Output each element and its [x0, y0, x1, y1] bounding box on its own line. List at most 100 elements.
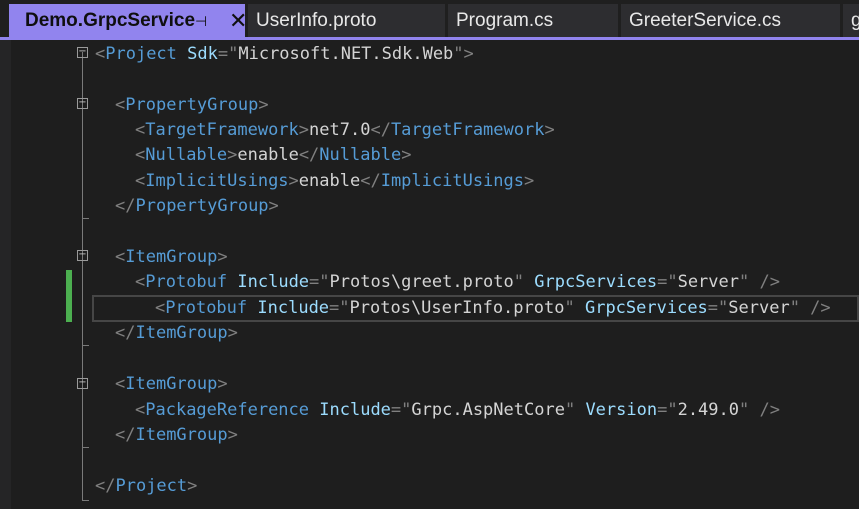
tag-delimiter: >: [217, 374, 228, 394]
element-name: Protobuf: [165, 298, 248, 318]
fold-guide: [82, 110, 83, 218]
tab-overflow[interactable]: g: [843, 4, 859, 37]
fold-guide: [82, 389, 83, 447]
pin-icon[interactable]: ⊣: [195, 4, 207, 38]
tag-delimiter: >: [298, 120, 310, 140]
attribute-value: Server: [728, 298, 790, 318]
collapse-icon[interactable]: −: [77, 98, 88, 109]
tab-greeterservice-cs[interactable]: GreeterService.cs: [621, 4, 840, 37]
tag-delimiter: >: [268, 196, 279, 216]
tag-delimiter: </: [360, 171, 381, 191]
code-line-6: <ImplicitUsings>enable</ImplicitUsings>: [135, 168, 534, 194]
code-line-18: </Project>: [95, 473, 197, 499]
element-name: Nullable: [145, 145, 228, 165]
attribute-name: Include: [319, 400, 391, 420]
fold-guide: [82, 262, 83, 345]
attribute-name: GrpcServices: [534, 272, 658, 292]
tag-delimiter: </: [370, 120, 391, 140]
element-name: PropertyGroup: [125, 95, 259, 115]
attribute-name: Version: [585, 400, 658, 420]
fold-guide-end: [82, 447, 89, 448]
tab-label: GreeterService.cs: [629, 10, 782, 31]
attribute-name: GrpcServices: [584, 298, 708, 318]
element-name: ImplicitUsings: [380, 171, 524, 191]
tag-delimiter: >: [288, 171, 299, 191]
code-line-12: </ItemGroup>: [115, 320, 238, 346]
tag-delimiter: <: [115, 247, 126, 267]
element-name: ItemGroup: [125, 374, 218, 394]
tag-delimiter: >: [401, 145, 412, 165]
element-text: enable: [237, 145, 299, 165]
attribute-value: Grpc.AspNetCore: [411, 400, 565, 420]
tag-delimiter: <: [135, 400, 146, 420]
attribute-value: Protos\UserInfo.proto: [349, 298, 565, 318]
element-name: PropertyGroup: [135, 196, 269, 216]
code-line-15: <PackageReference Include="Grpc.AspNetCo…: [135, 397, 780, 423]
element-name: Project: [105, 44, 177, 64]
collapse-icon[interactable]: −: [77, 250, 88, 261]
element-name: Nullable: [319, 145, 402, 165]
code-line-10: <Protobuf Include="Protos\greet.proto" G…: [135, 269, 780, 295]
collapse-icon[interactable]: −: [77, 47, 88, 58]
close-icon[interactable]: ✕: [229, 4, 245, 38]
tag-delimiter: <: [95, 44, 106, 64]
attribute-value: Protos\greet.proto: [329, 272, 514, 292]
tag-delimiter: </: [115, 425, 136, 445]
quote: ": [513, 272, 525, 292]
code-line-14: <ItemGroup>: [115, 371, 228, 397]
tag-delimiter: </: [95, 476, 116, 496]
element-name: ItemGroup: [135, 425, 228, 445]
tag-delimiter: >: [187, 476, 198, 496]
element-name: ItemGroup: [135, 323, 228, 343]
code-line-7: </PropertyGroup>: [115, 193, 279, 219]
tab-label: Demo.GrpcService: [25, 10, 196, 31]
element-name: PackageReference: [145, 400, 310, 420]
tag-delimiter: <: [115, 374, 126, 394]
tag-delimiter: >: [544, 120, 555, 140]
attribute-equals: =": [657, 400, 678, 420]
attribute-value: Server: [677, 272, 739, 292]
tag-delimiter: " />: [739, 272, 780, 292]
tag-delimiter: ">: [453, 44, 474, 64]
tab-userinfo-proto[interactable]: UserInfo.proto: [248, 4, 445, 37]
tab-label: g: [851, 10, 859, 31]
tag-delimiter: <: [135, 120, 146, 140]
element-name: TargetFramework: [145, 120, 299, 140]
attribute-value: Microsoft.NET.Sdk.Web: [238, 44, 454, 64]
tab-program-cs[interactable]: Program.cs: [448, 4, 618, 37]
element-text: enable: [298, 171, 361, 191]
tag-delimiter: " />: [739, 400, 780, 420]
tag-delimiter: >: [227, 145, 238, 165]
tag-delimiter: </: [115, 196, 136, 216]
attribute-name: Include: [257, 298, 330, 318]
quote: ": [564, 298, 575, 318]
attribute-name: Sdk: [187, 44, 218, 64]
collapse-icon[interactable]: −: [77, 378, 88, 389]
fold-guide-end: [82, 218, 89, 219]
attribute-equals: =": [390, 400, 412, 420]
attribute-equals: =": [707, 298, 729, 318]
element-name: Project: [115, 476, 188, 496]
fold-guide-end: [82, 500, 89, 501]
code-line-1: <Project Sdk="Microsoft.NET.Sdk.Web">: [95, 41, 474, 67]
tag-delimiter: </: [115, 323, 136, 343]
document-tab-bar: Demo.GrpcService ⊣ ✕ UserInfo.proto Prog…: [0, 0, 859, 40]
tag-delimiter: >: [217, 247, 228, 267]
element-name: ImplicitUsings: [145, 171, 289, 191]
tag-delimiter: <: [135, 272, 146, 292]
change-indicator: [66, 270, 72, 322]
tag-delimiter: <: [155, 298, 166, 318]
element-name: Protobuf: [145, 272, 228, 292]
tab-demo-grpcservice[interactable]: Demo.GrpcService ⊣ ✕: [9, 4, 245, 40]
tag-delimiter: >: [258, 95, 269, 115]
tag-delimiter: <: [135, 145, 146, 165]
tag-delimiter: >: [227, 323, 238, 343]
code-line-5: <Nullable>enable</Nullable>: [135, 142, 411, 168]
tag-delimiter: >: [227, 425, 238, 445]
editor-left-margin: [0, 40, 11, 509]
code-line-3: <PropertyGroup>: [115, 92, 269, 118]
tag-delimiter: " />: [789, 298, 831, 318]
code-line-11: <Protobuf Include =" Protos\UserInfo.proto…: [155, 295, 831, 321]
tab-label: UserInfo.proto: [256, 10, 377, 31]
code-editor[interactable]: − − − − <Project Sdk="Microsoft.NET.Sdk.…: [0, 40, 859, 509]
